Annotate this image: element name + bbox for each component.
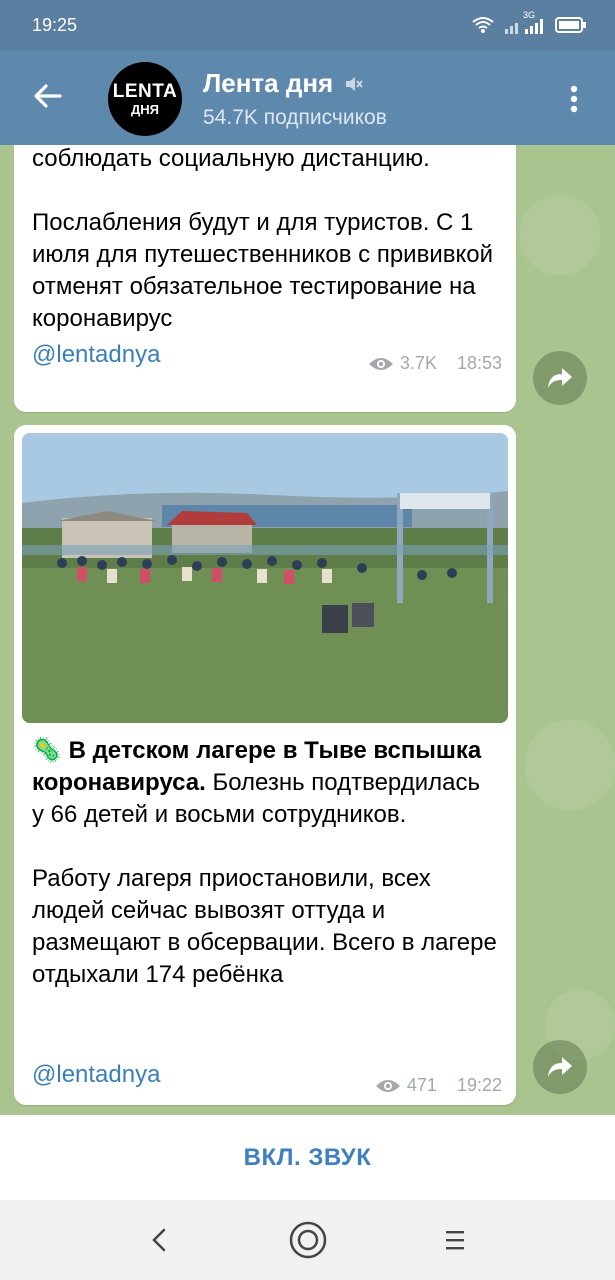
view-count: 471 xyxy=(406,1075,437,1095)
virus-emoji: 🦠 xyxy=(32,737,62,764)
share-arrow-icon xyxy=(548,368,572,388)
share-arrow-icon xyxy=(548,1057,572,1077)
unmute-bar: ВКЛ. ЗВУК xyxy=(0,1115,615,1200)
system-icons: 3G xyxy=(471,10,587,36)
back-arrow-icon[interactable] xyxy=(30,78,66,114)
chat-area[interactable]: соблюдать социальную дистанцию. Послабле… xyxy=(0,145,615,1115)
message-bubble[interactable]: 🦠 В детском лагере в Тыве вспышка корона… xyxy=(14,425,516,1105)
avatar-logo-line2: ДНЯ xyxy=(131,102,159,117)
nav-back-icon[interactable] xyxy=(148,1226,172,1254)
more-vertical-icon[interactable] xyxy=(562,84,586,114)
message-bubble[interactable]: соблюдать социальную дистанцию. Послабле… xyxy=(14,145,516,412)
battery-icon xyxy=(555,17,586,33)
signal-icon: 3G xyxy=(503,10,547,36)
muted-speaker-icon xyxy=(346,76,363,91)
channel-link[interactable]: @lentadnya xyxy=(32,1061,160,1089)
eye-icon xyxy=(368,357,393,370)
message-text: соблюдать социальную дистанцию. Послабле… xyxy=(32,145,494,332)
channel-title: Лента дня xyxy=(203,68,334,98)
chat-header: LENTA ДНЯ Лента дня 54.7K подписчиков xyxy=(0,50,615,145)
forward-button[interactable] xyxy=(533,1040,587,1094)
subscriber-count: 54.7K подписчиков xyxy=(203,106,387,129)
message-meta: 471 19:22 xyxy=(375,1075,502,1096)
wifi-icon xyxy=(472,17,494,33)
nav-menu-icon[interactable] xyxy=(444,1228,466,1252)
message-meta: 3.7K 18:53 xyxy=(368,353,502,374)
system-nav-bar xyxy=(0,1200,615,1280)
message-time: 18:53 xyxy=(456,353,502,373)
unmute-button[interactable]: ВКЛ. ЗВУК xyxy=(244,1144,372,1172)
message-photo[interactable] xyxy=(22,433,508,723)
camp-photo-illustration xyxy=(22,433,508,723)
message-body: Болезнь подтвердилась у 66 детей и восьм… xyxy=(32,769,497,988)
channel-title-row[interactable]: Лента дня xyxy=(203,68,363,99)
message-text: 🦠 В детском лагере в Тыве вспышка корона… xyxy=(32,735,498,991)
view-count: 3.7K xyxy=(399,353,437,373)
message-time: 19:22 xyxy=(456,1075,502,1095)
channel-link[interactable]: @lentadnya xyxy=(32,341,160,369)
nav-home-icon[interactable] xyxy=(288,1220,328,1260)
avatar-logo-line1: LENTA xyxy=(112,81,178,102)
status-time: 19:25 xyxy=(32,15,78,35)
forward-button[interactable] xyxy=(533,351,587,405)
status-bar: 19:25 3G xyxy=(0,0,615,50)
channel-avatar[interactable]: LENTA ДНЯ xyxy=(108,62,182,136)
eye-icon xyxy=(375,1079,400,1092)
